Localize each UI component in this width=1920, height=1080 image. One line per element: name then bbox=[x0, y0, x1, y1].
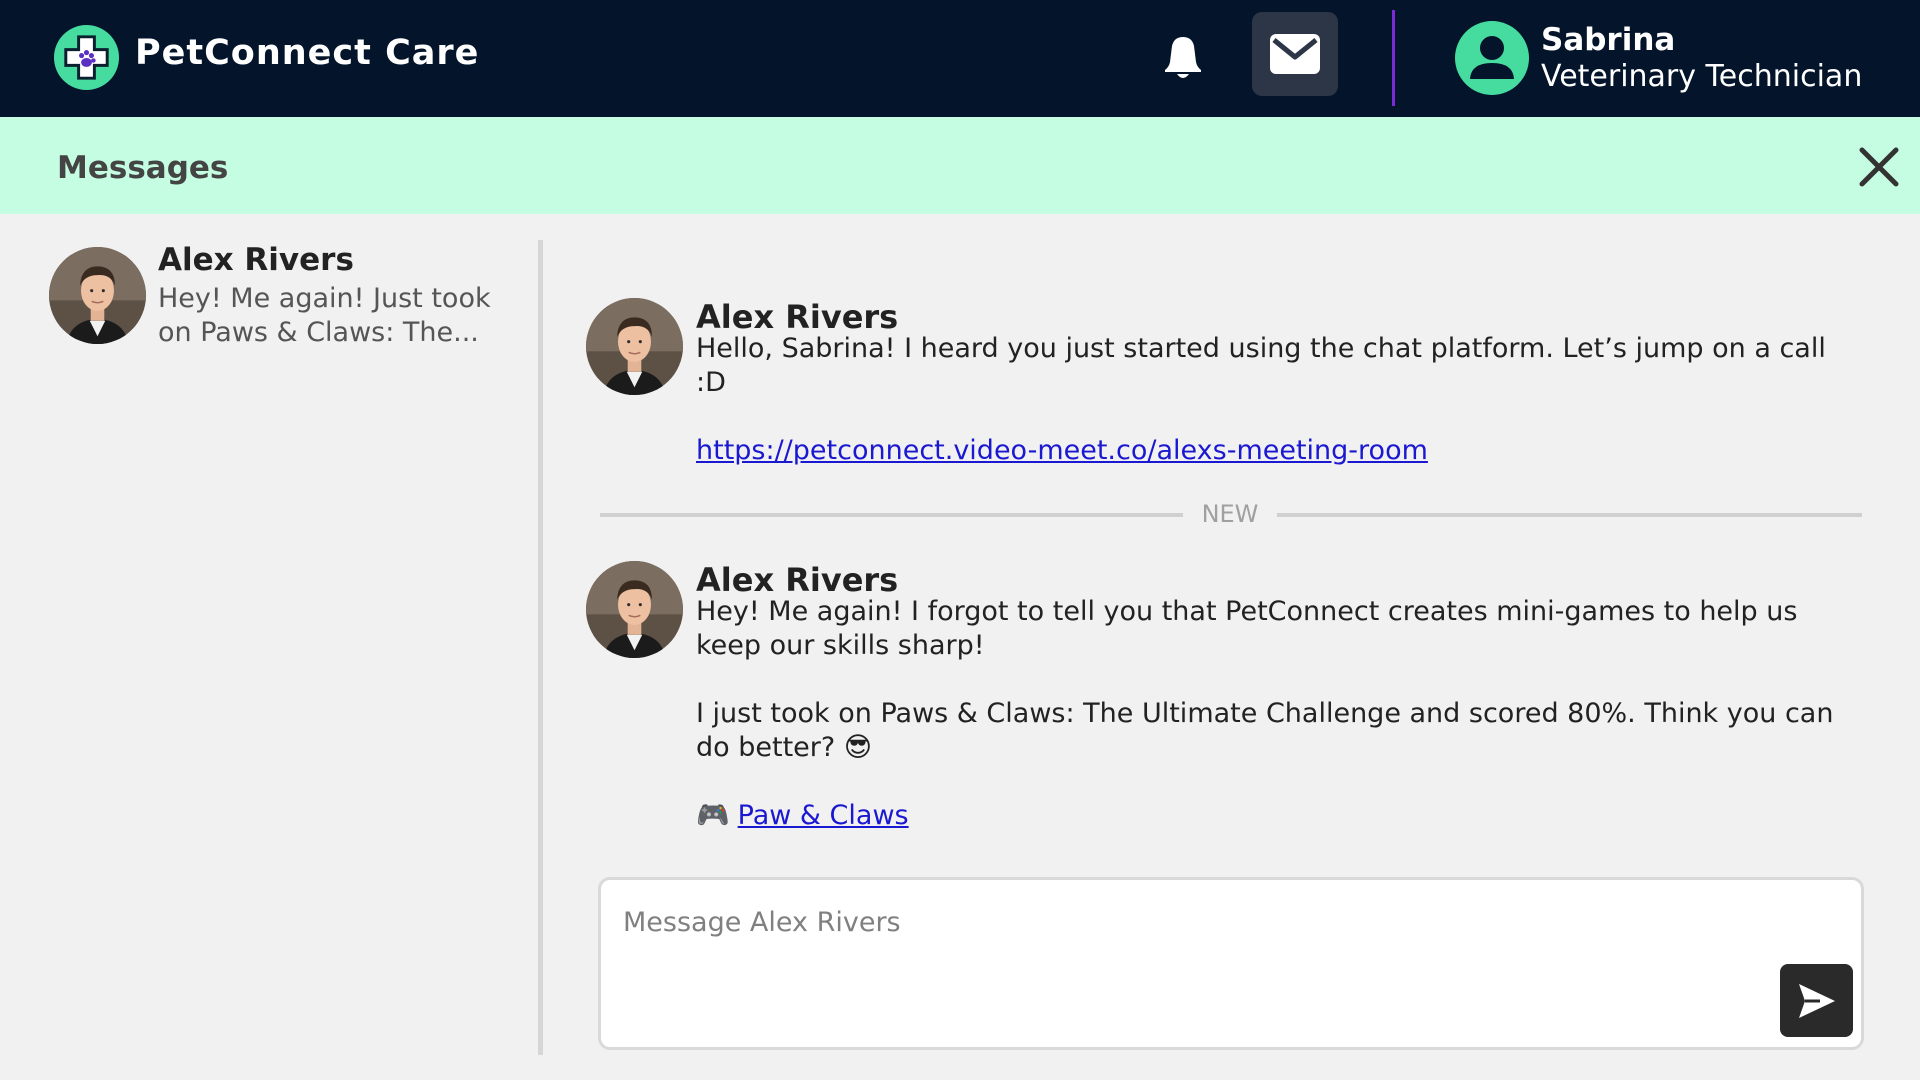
messages-bar: Messages bbox=[0, 117, 1920, 214]
conversation-name: Alex Rivers bbox=[158, 242, 354, 278]
user-role: Veterinary Technician bbox=[1541, 59, 1863, 94]
conversation-preview: Hey! Me again! Just took on Paws & Claws… bbox=[158, 283, 491, 348]
avatar bbox=[586, 561, 683, 658]
page-title: Messages bbox=[57, 150, 229, 186]
message-text: Hey! Me again! I forgot to tell you that… bbox=[696, 596, 1798, 661]
message: Alex Rivers Hello, Sabrina! I heard you … bbox=[586, 298, 1876, 468]
paw-cross-logo-icon[interactable] bbox=[52, 23, 121, 92]
avatar bbox=[586, 298, 683, 395]
meeting-link[interactable]: https://petconnect.video-meet.co/alexs-m… bbox=[696, 435, 1428, 466]
brand-name: PetConnect Care bbox=[135, 33, 480, 73]
new-label: NEW bbox=[1201, 500, 1259, 528]
close-icon[interactable] bbox=[1856, 144, 1902, 190]
send-icon bbox=[1799, 984, 1835, 1018]
messages-button[interactable] bbox=[1252, 12, 1338, 96]
gamepad-icon: 🎮 bbox=[696, 800, 730, 831]
message-author: Alex Rivers bbox=[696, 298, 899, 336]
new-messages-separator: NEW bbox=[600, 500, 1862, 530]
message-body: Hey! Me again! I forgot to tell you that… bbox=[696, 595, 1846, 833]
mail-icon bbox=[1270, 34, 1320, 74]
conversation-item-alex-rivers[interactable]: Alex Rivers Hey! Me again! Just took on … bbox=[44, 240, 514, 350]
avatar bbox=[49, 247, 146, 344]
message-text: Hello, Sabrina! I heard you just started… bbox=[696, 333, 1826, 398]
message-composer bbox=[598, 877, 1864, 1050]
user-icon bbox=[1470, 36, 1514, 79]
message: Alex Rivers Hey! Me again! I forgot to t… bbox=[586, 561, 1876, 841]
sunglasses-emoji: 😎 bbox=[843, 732, 872, 763]
user-avatar[interactable] bbox=[1455, 21, 1529, 95]
top-header: PetConnect Care Sabrina Veterinary Techn… bbox=[0, 0, 1920, 117]
message-input[interactable] bbox=[623, 902, 1703, 942]
message-author: Alex Rivers bbox=[696, 561, 899, 599]
user-name: Sabrina bbox=[1541, 22, 1676, 58]
game-link-row: 🎮 Paw & Claws bbox=[696, 799, 1846, 833]
send-button[interactable] bbox=[1780, 964, 1853, 1037]
game-link[interactable]: Paw & Claws bbox=[738, 799, 909, 833]
message-text: I just took on Paws & Claws: The Ultimat… bbox=[696, 698, 1834, 763]
message-body: Hello, Sabrina! I heard you just started… bbox=[696, 332, 1846, 468]
panel-divider bbox=[538, 240, 543, 1055]
header-divider bbox=[1392, 10, 1395, 106]
bell-icon[interactable] bbox=[1158, 32, 1208, 82]
